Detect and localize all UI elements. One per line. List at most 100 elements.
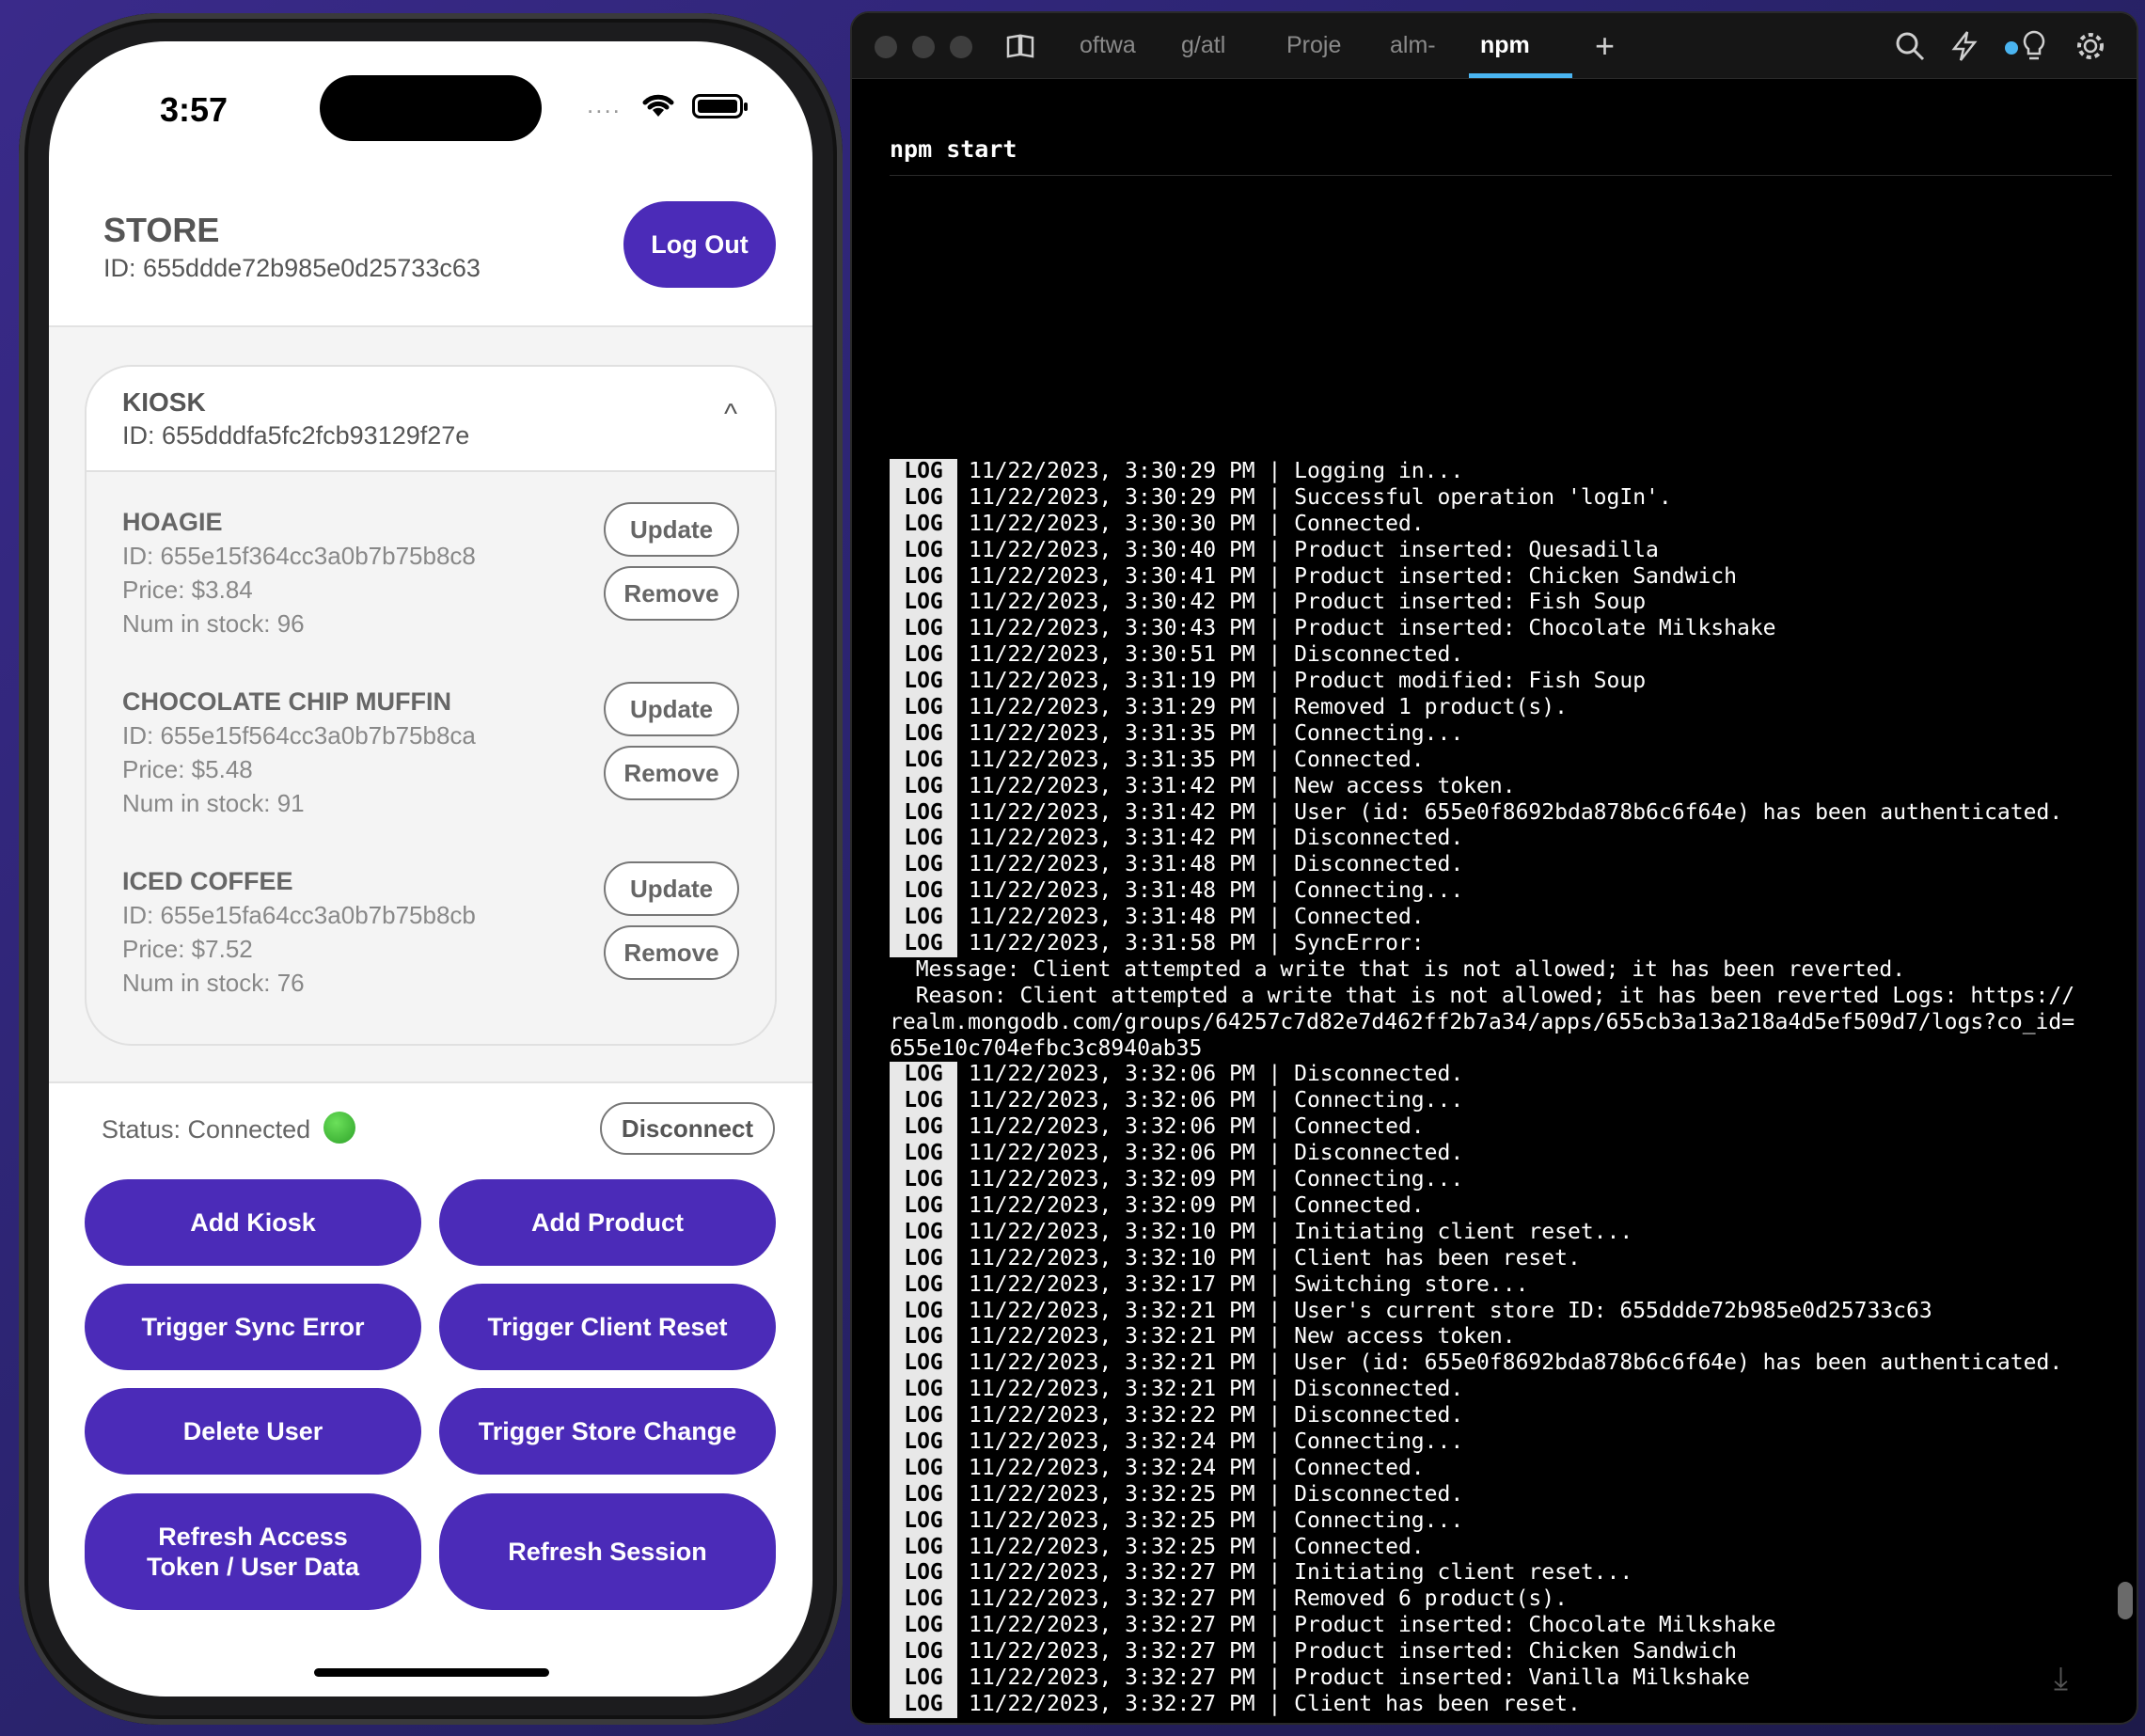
kiosk-header[interactable]: KIOSK ID: 655dddfa5fc2fcb93129f27e ^	[87, 367, 775, 472]
log-line: LOG 11/22/2023, 3:31:42 PM | User (id: 65…	[890, 799, 2121, 827]
zoom-window-button[interactable]	[950, 36, 972, 58]
trigger-store-change-button[interactable]: Trigger Store Change	[439, 1388, 776, 1475]
log-message: 11/22/2023, 3:32:09 PM | Connected.	[969, 1192, 1425, 1218]
tab-npm[interactable]: npm	[1480, 32, 1530, 59]
log-line: LOG 11/22/2023, 3:32:27 PM | Product inse…	[890, 1665, 2121, 1692]
update-product-button[interactable]: Update	[604, 861, 739, 916]
log-level-badge: LOG	[890, 642, 957, 670]
scroll-to-bottom-icon[interactable]: ⤓	[2054, 1661, 2068, 1697]
log-line: LOG 11/22/2023, 3:32:24 PM | Connected.	[890, 1455, 2121, 1482]
store-id: ID: 655ddde72b985e0d25733c63	[103, 254, 481, 282]
log-message: 11/22/2023, 3:31:29 PM | Removed 1 produ…	[969, 695, 1568, 720]
log-line: LOG 11/22/2023, 3:31:19 PM | Product modi…	[890, 669, 2121, 696]
log-line: LOG 11/22/2023, 3:32:27 PM | Product inse…	[890, 1639, 2121, 1665]
log-level-badge: LOG	[890, 563, 957, 591]
log-line: LOG 11/22/2023, 3:31:48 PM | Connecting..…	[890, 878, 2121, 906]
log-message: 11/22/2023, 3:32:27 PM | Product inserte…	[969, 1665, 1750, 1690]
tab-g-atl[interactable]: g/atl	[1181, 32, 1225, 59]
search-icon[interactable]	[1894, 30, 1926, 62]
log-line: LOG 11/22/2023, 3:32:21 PM | New access t…	[890, 1324, 2121, 1351]
log-line: LOG 11/22/2023, 3:32:21 PM | User (id: 65…	[890, 1350, 2121, 1378]
product-id: ID: 655e15fa64cc3a0b7b75b8cb	[122, 901, 476, 929]
log-line: LOG 11/22/2023, 3:30:41 PM | Product inse…	[890, 563, 2121, 591]
log-message: 11/22/2023, 3:32:21 PM | User's current …	[969, 1298, 1932, 1323]
close-window-button[interactable]	[875, 36, 897, 58]
log-line: LOG 11/22/2023, 3:32:27 PM | Removed 6 pr…	[890, 1586, 2121, 1614]
refresh-session-button[interactable]: Refresh Session	[439, 1493, 776, 1610]
log-line: LOG 11/22/2023, 3:32:22 PM | Disconnected…	[890, 1403, 2121, 1429]
notification-dot	[2005, 41, 2018, 55]
wifi-icon	[642, 94, 674, 117]
scrollbar-thumb[interactable]	[2118, 1582, 2133, 1619]
chevron-up-icon[interactable]: ^	[724, 399, 737, 431]
log-message: 11/22/2023, 3:32:21 PM | Disconnected.	[969, 1377, 1464, 1402]
log-message: 11/22/2023, 3:32:24 PM | Connected.	[969, 1455, 1425, 1480]
log-line: LOG 11/22/2023, 3:30:29 PM | Logging in..…	[890, 459, 2121, 485]
tab-proje[interactable]: Proje	[1286, 32, 1341, 59]
connection-status-text: Status: Connected	[102, 1115, 311, 1144]
add-product-button[interactable]: Add Product	[439, 1179, 776, 1266]
store-title: STORE	[103, 211, 220, 249]
log-message: 11/22/2023, 3:32:21 PM | New access toke…	[969, 1324, 1516, 1349]
log-line: LOG 11/22/2023, 3:32:06 PM | Connected.	[890, 1114, 2121, 1142]
log-line: LOG 11/22/2023, 3:32:25 PM | Disconnected…	[890, 1481, 2121, 1508]
lightbulb-icon[interactable]	[2022, 30, 2046, 62]
update-product-button[interactable]: Update	[604, 502, 739, 557]
active-tab-indicator	[1469, 73, 1572, 78]
update-product-button[interactable]: Update	[604, 682, 739, 736]
product-item: CHOCOLATE CHIP MUFFIN ID: 655e15f564cc3a…	[87, 682, 775, 857]
log-level-badge: LOG	[890, 511, 957, 538]
log-line: LOG 11/22/2023, 3:32:25 PM | Connected.	[890, 1534, 2121, 1561]
log-message: 655e10c704efbc3c8940ab35	[890, 1035, 1203, 1061]
add-kiosk-button[interactable]: Add Kiosk	[85, 1179, 421, 1266]
minimize-window-button[interactable]	[912, 36, 935, 58]
kiosk-title: KIOSK	[122, 387, 206, 417]
log-message: 11/22/2023, 3:30:43 PM | Product inserte…	[969, 616, 1776, 641]
log-message: 11/22/2023, 3:31:42 PM | Disconnected.	[969, 826, 1464, 851]
log-line: LOG 11/22/2023, 3:30:40 PM | Product inse…	[890, 537, 2121, 564]
log-message: 11/22/2023, 3:32:06 PM | Disconnected.	[969, 1062, 1464, 1087]
product-id: ID: 655e15f364cc3a0b7b75b8c8	[122, 542, 476, 570]
logout-button[interactable]: Log Out	[623, 201, 776, 288]
trigger-client-reset-button[interactable]: Trigger Client Reset	[439, 1284, 776, 1370]
refresh-access-token-button[interactable]: Refresh Access Token / User Data	[85, 1493, 421, 1610]
product-name: CHOCOLATE CHIP MUFFIN	[122, 687, 451, 716]
log-level-badge: LOG	[890, 1534, 957, 1561]
product-id: ID: 655e15f564cc3a0b7b75b8ca	[122, 721, 476, 750]
log-message: 11/22/2023, 3:30:41 PM | Product inserte…	[969, 563, 1737, 589]
status-indicator-icon	[323, 1112, 355, 1144]
trigger-sync-error-button[interactable]: Trigger Sync Error	[85, 1284, 421, 1370]
log-line: LOG 11/22/2023, 3:32:27 PM | Initiating c…	[890, 1560, 2121, 1587]
gear-icon[interactable]	[2074, 30, 2106, 62]
cellular-signal-icon: ....	[587, 90, 622, 118]
log-continuation-line: realm.mongodb.com/groups/64257c7d82e7d46…	[890, 1010, 2121, 1036]
log-line: LOG 11/22/2023, 3:30:51 PM | Disconnected…	[890, 642, 2121, 670]
terminal-tab-bar: oftwa g/atl Proje alm- npm +	[852, 13, 2137, 79]
tab-alm[interactable]: alm-	[1390, 32, 1436, 59]
log-line: LOG 11/22/2023, 3:32:06 PM | Connecting..…	[890, 1088, 2121, 1115]
log-level-badge: LOG	[890, 826, 957, 853]
tab-oftwa[interactable]: oftwa	[1080, 32, 1136, 59]
home-indicator[interactable]	[314, 1668, 549, 1677]
remove-product-button[interactable]: Remove	[604, 746, 739, 800]
log-level-badge: LOG	[890, 1350, 957, 1378]
log-level-badge: LOG	[890, 1403, 957, 1429]
sidebar-toggle-icon[interactable]	[1006, 34, 1034, 58]
battery-icon	[692, 94, 748, 118]
log-message: 11/22/2023, 3:31:35 PM | Connected.	[969, 747, 1425, 772]
remove-product-button[interactable]: Remove	[604, 566, 739, 621]
log-level-badge: LOG	[890, 799, 957, 827]
log-level-badge: LOG	[890, 616, 957, 643]
log-level-badge: LOG	[890, 1114, 957, 1142]
delete-user-button[interactable]: Delete User	[85, 1388, 421, 1475]
log-level-badge: LOG	[890, 1455, 957, 1482]
remove-product-button[interactable]: Remove	[604, 925, 739, 980]
plus-icon[interactable]: +	[1595, 26, 1615, 66]
log-message: 11/22/2023, 3:32:27 PM | Removed 6 produ…	[969, 1586, 1568, 1612]
log-message: 11/22/2023, 3:31:48 PM | Connecting...	[969, 878, 1464, 904]
disconnect-button[interactable]: Disconnect	[600, 1102, 775, 1155]
phone-screen: 3:57 .... STORE ID: 655ddde72b985e0d2573…	[49, 41, 812, 1697]
terminal-window: oftwa g/atl Proje alm- npm + npm start L…	[850, 11, 2138, 1725]
bolt-icon[interactable]	[1950, 30, 1979, 62]
log-level-badge: LOG	[890, 1428, 957, 1456]
